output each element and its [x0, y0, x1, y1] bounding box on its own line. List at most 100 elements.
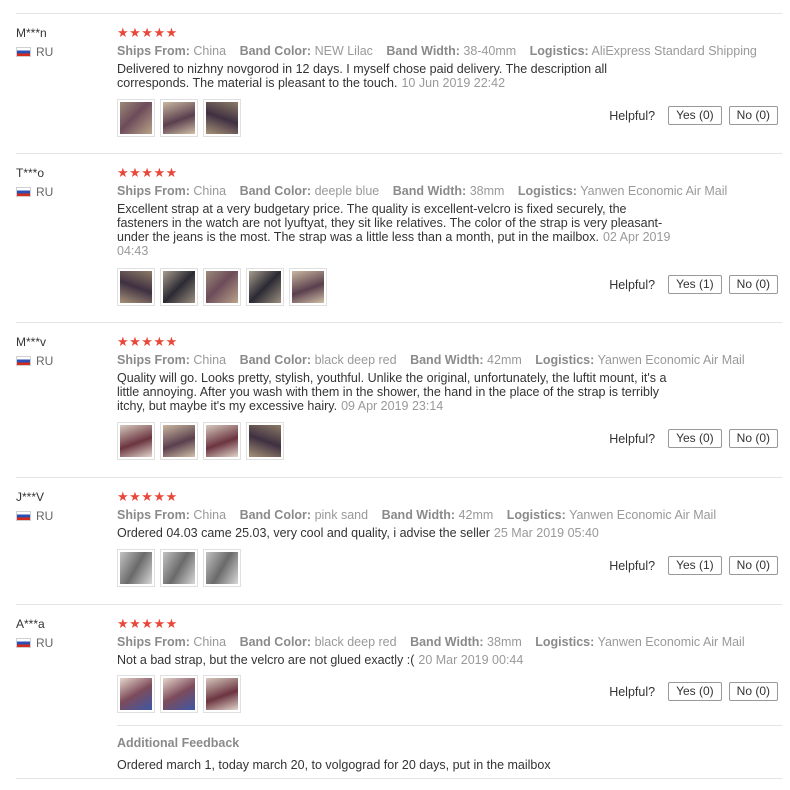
- country-code: RU: [36, 354, 54, 368]
- star-rating: ★★★★★: [117, 616, 178, 631]
- star-rating: ★★★★★: [117, 165, 178, 180]
- review-photo-thumbnail[interactable]: [160, 549, 198, 587]
- russia-flag-icon: [16, 187, 31, 197]
- review-photo-thumbnail[interactable]: [117, 675, 155, 713]
- star-rating: ★★★★★: [117, 25, 178, 40]
- country-code: RU: [36, 509, 54, 523]
- review-photos: [117, 675, 241, 713]
- helpful-label: Helpful?: [609, 277, 656, 292]
- review-photo-thumbnail[interactable]: [117, 422, 155, 460]
- band-color-value: deeple blue: [314, 184, 380, 198]
- review-date: 20 Mar 2019 00:44: [418, 653, 524, 667]
- band-color-label: Band Color:: [239, 184, 312, 198]
- review-photo-thumbnail[interactable]: [160, 422, 198, 460]
- ships-from-value: China: [193, 508, 227, 522]
- helpful-yes-button[interactable]: Yes (1): [668, 275, 722, 294]
- logistics-label: Logistics:: [517, 184, 577, 198]
- helpful-yes-button[interactable]: Yes (1): [668, 556, 722, 575]
- band-color-label: Band Color:: [239, 508, 312, 522]
- review-photos: [117, 99, 241, 137]
- band-width-label: Band Width:: [386, 44, 460, 58]
- band-width-value: 42mm: [487, 353, 522, 367]
- review-photo-thumbnail[interactable]: [203, 268, 241, 306]
- ships-from-value: China: [193, 184, 227, 198]
- review-photo-thumbnail[interactable]: [117, 268, 155, 306]
- review-photo-thumbnail[interactable]: [160, 268, 198, 306]
- user-country: RU: [16, 636, 116, 650]
- band-width-label: Band Width:: [410, 353, 484, 367]
- helpful-label: Helpful?: [609, 108, 656, 123]
- user-country: RU: [16, 354, 116, 368]
- review-user: M***v RU: [16, 335, 116, 368]
- user-country: RU: [16, 509, 116, 523]
- order-specs: Ships From: China Band Color: black deep…: [117, 634, 782, 650]
- review-content: ★★★★★ Ships From: China Band Color: deep…: [117, 165, 782, 259]
- helpful-vote: Helpful? Yes (0) No (0): [609, 106, 778, 125]
- review-photo-thumbnail[interactable]: [289, 268, 327, 306]
- helpful-label: Helpful?: [609, 684, 656, 699]
- review-photo-thumbnail[interactable]: [203, 675, 241, 713]
- user-country: RU: [16, 185, 116, 199]
- band-width-value: 38-40mm: [463, 44, 517, 58]
- review-photo-thumbnail[interactable]: [203, 99, 241, 137]
- review-photo-thumbnail[interactable]: [160, 675, 198, 713]
- helpful-no-button[interactable]: No (0): [728, 556, 778, 575]
- review-date: 10 Jun 2019 22:42: [401, 76, 506, 90]
- ships-from-label: Ships From:: [117, 353, 190, 367]
- review-photo-thumbnail[interactable]: [246, 268, 284, 306]
- band-width-value: 38mm: [469, 184, 505, 198]
- ships-from-value: China: [193, 44, 227, 58]
- review-content: ★★★★★ Ships From: China Band Color: blac…: [117, 616, 782, 668]
- review-body: Not a bad strap, but the velcro are not …: [117, 653, 415, 667]
- logistics-value: Yanwen Economic Air Mail: [580, 184, 728, 198]
- additional-feedback-title: Additional Feedback: [117, 736, 240, 750]
- helpful-yes-button[interactable]: Yes (0): [668, 429, 722, 448]
- review-user: A***a RU: [16, 617, 116, 650]
- star-rating: ★★★★★: [117, 334, 178, 349]
- review-photos: [117, 268, 327, 306]
- helpful-yes-button[interactable]: Yes (0): [668, 682, 722, 701]
- review-photo-thumbnail[interactable]: [203, 549, 241, 587]
- review-photo-thumbnail[interactable]: [117, 549, 155, 587]
- review-photo-thumbnail[interactable]: [117, 99, 155, 137]
- review-photo-thumbnail[interactable]: [203, 422, 241, 460]
- helpful-no-button[interactable]: No (0): [728, 106, 778, 125]
- band-color-value: black deep red: [314, 635, 397, 649]
- logistics-value: AliExpress Standard Shipping: [591, 44, 757, 58]
- review-content: ★★★★★ Ships From: China Band Color: pink…: [117, 489, 782, 541]
- helpful-no-button[interactable]: No (0): [728, 682, 778, 701]
- band-color-value: pink sand: [314, 508, 369, 522]
- user-name: J***V: [16, 490, 45, 504]
- helpful-no-button[interactable]: No (0): [728, 429, 778, 448]
- russia-flag-icon: [16, 47, 31, 57]
- helpful-no-button[interactable]: No (0): [728, 275, 778, 294]
- country-code: RU: [36, 636, 54, 650]
- order-specs: Ships From: China Band Color: black deep…: [117, 352, 782, 368]
- helpful-yes-button[interactable]: Yes (0): [668, 106, 722, 125]
- country-code: RU: [36, 45, 54, 59]
- review-content: ★★★★★ Ships From: China Band Color: NEW …: [117, 25, 782, 91]
- review-photo-thumbnail[interactable]: [246, 422, 284, 460]
- russia-flag-icon: [16, 356, 31, 366]
- review-item: T***o RU ★★★★★ Ships From: China Band Co…: [16, 154, 782, 323]
- review-text: Not a bad strap, but the velcro are not …: [117, 653, 677, 667]
- band-width-label: Band Width:: [392, 184, 467, 198]
- additional-feedback: Additional Feedback Ordered march 1, tod…: [117, 736, 782, 772]
- additional-feedback-text: Ordered march 1, today march 20, to volg…: [117, 758, 551, 772]
- russia-flag-icon: [16, 638, 31, 648]
- band-width-value: 42mm: [458, 508, 494, 522]
- user-name: T***o: [16, 166, 45, 180]
- ships-from-label: Ships From:: [117, 184, 190, 198]
- helpful-vote: Helpful? Yes (0) No (0): [609, 429, 778, 448]
- band-width-value: 38mm: [487, 635, 522, 649]
- logistics-value: Yanwen Economic Air Mail: [597, 635, 745, 649]
- review-photo-thumbnail[interactable]: [160, 99, 198, 137]
- feedback-divider: [117, 725, 782, 726]
- review-body: Ordered 04.03 came 25.03, very cool and …: [117, 526, 490, 540]
- star-rating: ★★★★★: [117, 489, 178, 504]
- user-name: M***v: [16, 335, 47, 349]
- helpful-vote: Helpful? Yes (1) No (0): [609, 275, 778, 294]
- review-user: J***V RU: [16, 490, 116, 523]
- review-text: Excellent strap at a very budgetary pric…: [117, 202, 677, 258]
- review-text: Delivered to nizhny novgorod in 12 days.…: [117, 62, 677, 90]
